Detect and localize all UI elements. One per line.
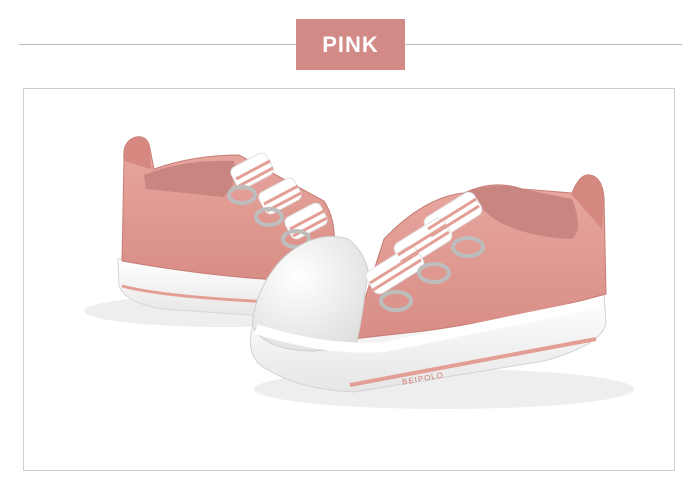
title-divider-right [405, 44, 682, 45]
title-divider-left [19, 44, 296, 45]
color-label-badge: PINK [296, 19, 405, 70]
product-photo: BEIPOLO [84, 136, 634, 409]
product-photo-frame: BEIPOLO [23, 88, 675, 471]
